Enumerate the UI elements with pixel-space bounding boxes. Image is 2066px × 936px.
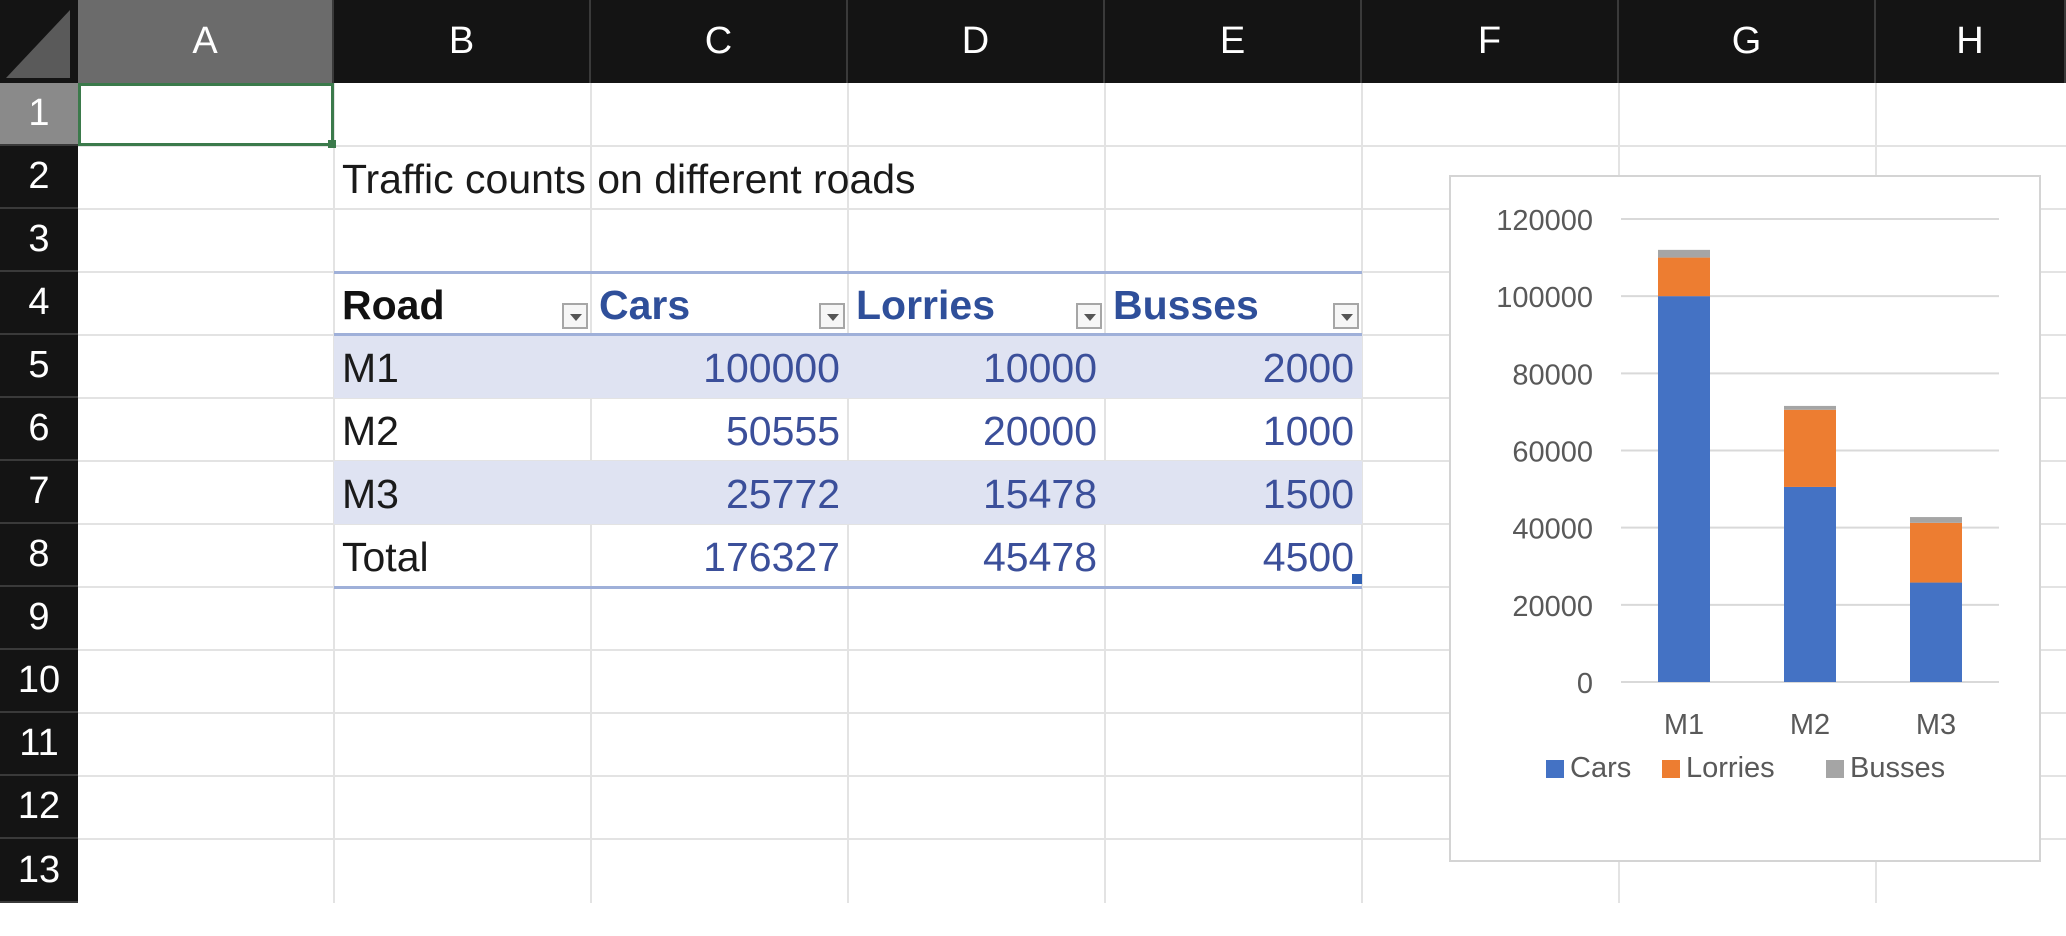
row-header-9[interactable]: 9 bbox=[0, 587, 78, 650]
row-header-8[interactable]: 8 bbox=[0, 524, 78, 587]
row-header-13[interactable]: 13 bbox=[0, 839, 78, 903]
table-bottom-border bbox=[334, 586, 1362, 589]
chart-bar-busses bbox=[1910, 517, 1962, 523]
chart-y-tick-label: 100000 bbox=[1496, 282, 1593, 314]
chart-canvas: 0 20000 40000 60000 80000 100000 120000 M1 M2 M3 C… bbox=[1496, 205, 1999, 784]
sheet-title-cell[interactable]: Traffic counts on different roads bbox=[342, 156, 916, 203]
stacked-column-chart[interactable]: 0 20000 40000 60000 80000 100000 120000 M1 M2 M3 C… bbox=[1449, 175, 2041, 862]
table-total-label[interactable]: Total bbox=[342, 534, 429, 581]
legend-swatch-cars bbox=[1546, 760, 1564, 778]
chart-x-tick-label: M1 bbox=[1664, 709, 1704, 741]
legend-swatch-busses bbox=[1826, 760, 1844, 778]
legend-label-lorries: Lorries bbox=[1686, 752, 1775, 784]
filter-dropdown-icon[interactable] bbox=[562, 303, 588, 329]
row-header-5[interactable]: 5 bbox=[0, 335, 78, 398]
legend-label-cars: Cars bbox=[1570, 752, 1631, 784]
row-header-7[interactable]: 7 bbox=[0, 461, 78, 524]
select-all-triangle-icon bbox=[6, 10, 70, 78]
row-header-1[interactable]: 1 bbox=[0, 83, 78, 146]
table-resize-handle[interactable] bbox=[1352, 574, 1362, 584]
table-cell-road[interactable]: M2 bbox=[342, 408, 399, 455]
table-cell-busses[interactable]: 1000 bbox=[1114, 408, 1354, 455]
table-header-lorries[interactable]: Lorries bbox=[856, 282, 995, 329]
filter-dropdown-icon[interactable] bbox=[1333, 303, 1359, 329]
chart-bar-busses bbox=[1658, 249, 1710, 258]
column-header-a[interactable]: A bbox=[78, 0, 334, 83]
chart-y-tick-label: 40000 bbox=[1512, 514, 1593, 546]
table-cell-busses[interactable]: 1500 bbox=[1114, 471, 1354, 518]
column-header-e[interactable]: E bbox=[1105, 0, 1362, 83]
column-header-g[interactable]: G bbox=[1619, 0, 1876, 83]
chart-x-tick-label: M3 bbox=[1916, 709, 1956, 741]
legend-swatch-lorries bbox=[1662, 760, 1680, 778]
fill-handle[interactable] bbox=[328, 140, 336, 148]
legend-label-busses: Busses bbox=[1850, 752, 1945, 784]
row-header-6[interactable]: 6 bbox=[0, 398, 78, 461]
chart-bar-busses bbox=[1784, 405, 1836, 410]
row-header-2[interactable]: 2 bbox=[0, 146, 78, 209]
table-cell-cars[interactable]: 100000 bbox=[600, 345, 840, 392]
chart-y-tick-label: 20000 bbox=[1512, 591, 1593, 623]
table-top-border bbox=[334, 271, 1362, 274]
table-cell-road[interactable]: M3 bbox=[342, 471, 399, 518]
table-cell-lorries[interactable]: 15478 bbox=[857, 471, 1097, 518]
column-header-c[interactable]: C bbox=[591, 0, 848, 83]
table-cell-cars[interactable]: 25772 bbox=[600, 471, 840, 518]
chart-bar-cars bbox=[1784, 486, 1836, 682]
table-total-cars[interactable]: 176327 bbox=[600, 534, 840, 581]
chart-bar-cars bbox=[1658, 296, 1710, 682]
chart-bar-lorries bbox=[1910, 522, 1962, 583]
row-header-4[interactable]: 4 bbox=[0, 272, 78, 335]
table-total-lorries[interactable]: 45478 bbox=[857, 534, 1097, 581]
table-header-road[interactable]: Road bbox=[342, 282, 445, 329]
table-header-busses[interactable]: Busses bbox=[1113, 282, 1259, 329]
table-cell-lorries[interactable]: 20000 bbox=[857, 408, 1097, 455]
row-header-10[interactable]: 10 bbox=[0, 650, 78, 713]
spreadsheet-grid[interactable]: A B C D E F G H 1 2 3 4 5 6 7 8 9 10 11 … bbox=[0, 0, 2066, 936]
chart-bar-lorries bbox=[1658, 257, 1710, 297]
table-cell-cars[interactable]: 50555 bbox=[600, 408, 840, 455]
chart-x-tick-label: M2 bbox=[1790, 709, 1830, 741]
row-header-3[interactable]: 3 bbox=[0, 209, 78, 272]
chart-y-tick-label: 0 bbox=[1577, 668, 1593, 700]
filter-dropdown-icon[interactable] bbox=[819, 303, 845, 329]
column-header-f[interactable]: F bbox=[1362, 0, 1619, 83]
column-header-h[interactable]: H bbox=[1876, 0, 2066, 83]
select-all-corner[interactable] bbox=[0, 0, 78, 83]
filter-dropdown-icon[interactable] bbox=[1076, 303, 1102, 329]
table-cell-busses[interactable]: 2000 bbox=[1114, 345, 1354, 392]
column-header-d[interactable]: D bbox=[848, 0, 1105, 83]
chart-bar-lorries bbox=[1784, 409, 1836, 487]
active-cell-a1[interactable] bbox=[78, 83, 336, 148]
chart-bar-cars bbox=[1910, 582, 1962, 682]
gridline bbox=[78, 145, 2066, 147]
table-header-cars[interactable]: Cars bbox=[599, 282, 690, 329]
chart-y-tick-label: 120000 bbox=[1496, 205, 1593, 237]
row-header-12[interactable]: 12 bbox=[0, 776, 78, 839]
table-cell-road[interactable]: M1 bbox=[342, 345, 399, 392]
column-header-b[interactable]: B bbox=[334, 0, 591, 83]
table-total-busses[interactable]: 4500 bbox=[1114, 534, 1354, 581]
chart-y-tick-label: 60000 bbox=[1512, 437, 1593, 469]
table-cell-lorries[interactable]: 10000 bbox=[857, 345, 1097, 392]
table-header-border bbox=[334, 333, 1362, 336]
chart-y-tick-label: 80000 bbox=[1512, 359, 1593, 391]
row-header-11[interactable]: 11 bbox=[0, 713, 78, 776]
